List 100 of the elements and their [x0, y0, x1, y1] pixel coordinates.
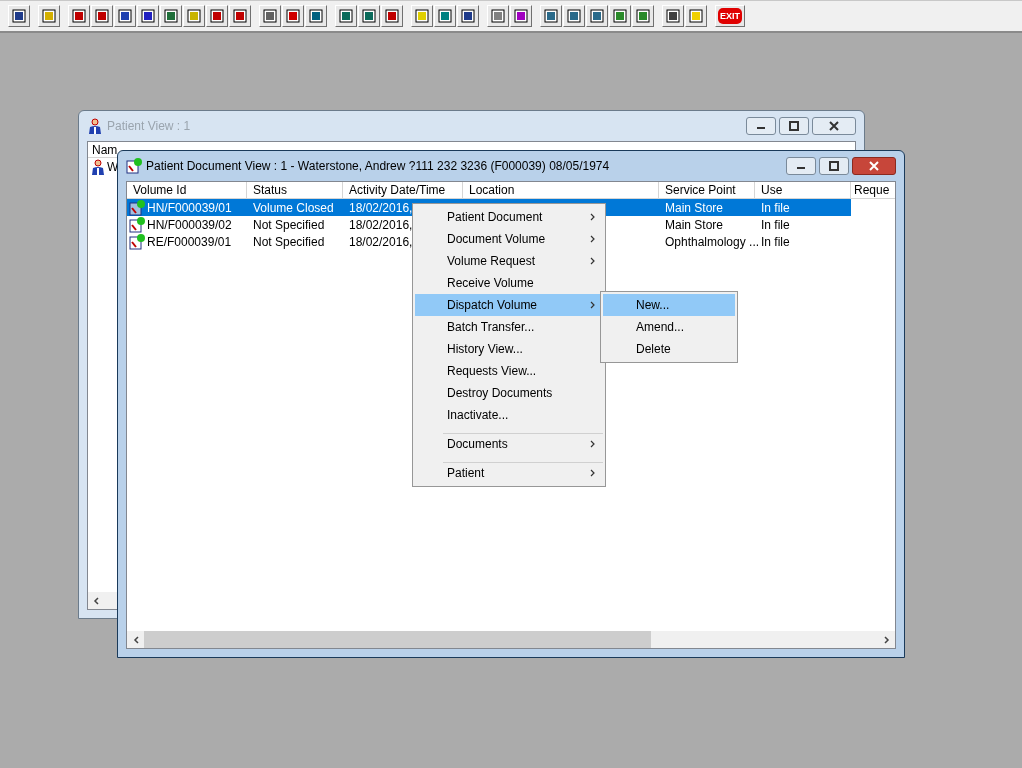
menu-item[interactable]: Destroy Documents [415, 382, 603, 404]
toolbar-button[interactable] [38, 5, 60, 27]
toolbar-button[interactable] [137, 5, 159, 27]
app-icon [126, 158, 142, 174]
menu-item[interactable]: Document Volume [415, 228, 603, 250]
toolbar-button[interactable] [434, 5, 456, 27]
maximize-button[interactable] [819, 157, 849, 175]
toolbar-icon [361, 8, 377, 24]
toolbar-button[interactable] [457, 5, 479, 27]
column-header[interactable]: Location [463, 182, 659, 198]
toolbar-button[interactable] [540, 5, 562, 27]
menu-item[interactable]: Dispatch Volume [415, 294, 603, 316]
maximize-button[interactable] [779, 117, 809, 135]
toolbar-button[interactable] [206, 5, 228, 27]
menu-item[interactable]: Delete [603, 338, 735, 360]
table-cell-text: In file [760, 216, 791, 233]
toolbar-icon [41, 8, 57, 24]
toolbar-icon [490, 8, 506, 24]
toolbar-button[interactable] [586, 5, 608, 27]
toolbar-icon [513, 8, 529, 24]
minimize-button[interactable] [746, 117, 776, 135]
document-volume-icon [129, 216, 145, 233]
toolbar-icon [635, 8, 651, 24]
scroll-left-icon[interactable] [132, 635, 139, 644]
toolbar-icon [414, 8, 430, 24]
close-icon [869, 161, 879, 171]
scroll-right-icon[interactable] [883, 635, 890, 644]
table-cell-text: 18/02/2016, [348, 216, 413, 233]
table-cell: HN/F000039/01 [127, 199, 247, 216]
scrollbar-thumb[interactable] [144, 631, 651, 648]
toolbar-icon [688, 8, 704, 24]
table-cell-text: 18/02/2016, [348, 233, 413, 250]
toolbar-button[interactable] [510, 5, 532, 27]
menu-item[interactable]: Patient [415, 462, 603, 484]
table-cell-text: Main Store [664, 216, 725, 233]
close-icon [829, 121, 839, 131]
toolbar-button[interactable] [305, 5, 327, 27]
toolbar-button[interactable] [229, 5, 251, 27]
toolbar-button[interactable] [114, 5, 136, 27]
menu-item[interactable]: History View... [415, 338, 603, 360]
menu-item[interactable]: Inactivate... [415, 404, 603, 426]
document-volume-icon [129, 199, 145, 216]
close-button[interactable] [852, 157, 896, 175]
column-header[interactable]: Reque [851, 182, 895, 198]
column-header[interactable]: Activity Date/Time [343, 182, 463, 198]
column-header[interactable]: Use [755, 182, 851, 198]
toolbar-button[interactable] [609, 5, 631, 27]
minimize-button[interactable] [786, 157, 816, 175]
menu-item[interactable]: Volume Request [415, 250, 603, 272]
menu-item[interactable]: Requests View... [415, 360, 603, 382]
toolbar-button[interactable] [685, 5, 707, 27]
toolbar-icon [11, 8, 27, 24]
toolbar-icon [384, 8, 400, 24]
toolbar-button[interactable] [68, 5, 90, 27]
toolbar-button[interactable] [411, 5, 433, 27]
column-header[interactable]: Nam [88, 142, 116, 157]
menu-item[interactable]: Documents [415, 433, 603, 455]
menu-item[interactable]: Patient Document [415, 206, 603, 228]
toolbar-icon [308, 8, 324, 24]
toolbar-button[interactable] [282, 5, 304, 27]
menu-item[interactable]: Amend... [603, 316, 735, 338]
toolbar-button[interactable] [183, 5, 205, 27]
toolbar-icon [71, 8, 87, 24]
toolbar-button[interactable] [160, 5, 182, 27]
toolbar-button[interactable] [91, 5, 113, 27]
table-cell: RE/F000039/01 [127, 233, 247, 250]
toolbar-button[interactable] [8, 5, 30, 27]
column-header[interactable]: Service Point [659, 182, 755, 198]
toolbar-icon [543, 8, 559, 24]
scroll-left-icon[interactable] [93, 596, 99, 605]
toolbar-icon [186, 8, 202, 24]
column-header[interactable]: Volume Id [127, 182, 247, 198]
patient-icon [87, 118, 103, 134]
table-cell-text: Not Specified [252, 216, 326, 233]
toolbar-button[interactable] [662, 5, 684, 27]
toolbar-icon [589, 8, 605, 24]
toolbar-button[interactable] [259, 5, 281, 27]
toolbar-button[interactable] [335, 5, 357, 27]
menu-item[interactable]: New... [603, 294, 735, 316]
toolbar-button[interactable] [381, 5, 403, 27]
toolbar-icon [94, 8, 110, 24]
toolbar-button[interactable] [632, 5, 654, 27]
toolbar-icon [163, 8, 179, 24]
toolbar-icon [140, 8, 156, 24]
menu-item[interactable]: Receive Volume [415, 272, 603, 294]
table-cell: In file [755, 199, 851, 216]
toolbar-button[interactable] [487, 5, 509, 27]
table-cell-text: Not Specified [252, 233, 326, 250]
toolbar-button[interactable] [563, 5, 585, 27]
close-button[interactable] [812, 117, 856, 135]
toolbar-icon [437, 8, 453, 24]
table-cell: Volume Closed [247, 199, 343, 216]
toolbar-icon [338, 8, 354, 24]
menu-item[interactable]: Batch Transfer... [415, 316, 603, 338]
column-header[interactable]: Status [247, 182, 343, 198]
toolbar-icon [665, 8, 681, 24]
window-title: Patient Document View : 1 - Waterstone, Andrew ?111 232 3236 (F000039) 08/05/1974 [146, 158, 611, 175]
toolbar-button[interactable] [358, 5, 380, 27]
toolbar-icon [262, 8, 278, 24]
table-cell: HN/F000039/02 [127, 216, 247, 233]
